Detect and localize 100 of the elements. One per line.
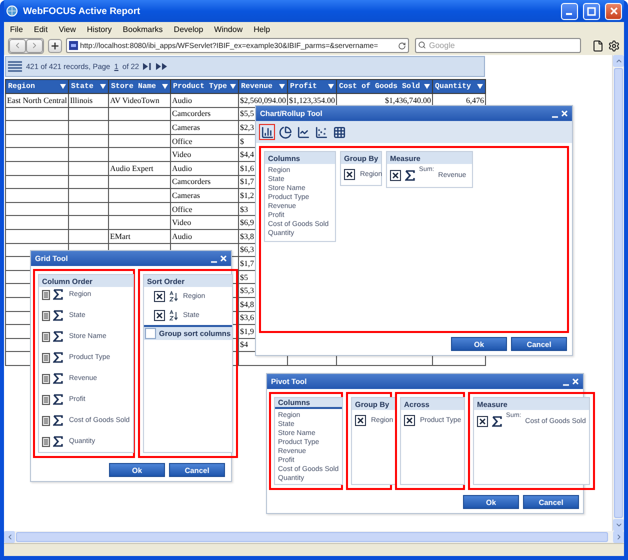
table-cell: $6,3	[240, 245, 254, 254]
page-icon[interactable]	[592, 40, 604, 52]
sort-caret-icon[interactable]	[230, 84, 236, 89]
table-cell: $1,6	[240, 164, 254, 173]
table-cell: $3	[240, 204, 248, 214]
table-cell: Office	[172, 136, 192, 146]
remove-button[interactable]	[355, 414, 366, 426]
sum-icon	[53, 415, 63, 426]
table-cell: Cameras	[172, 190, 200, 200]
remove-button[interactable]	[154, 310, 165, 320]
menu-item[interactable]: Window	[214, 24, 243, 34]
close-icon[interactable]	[561, 110, 568, 117]
table-cell: 6,476	[466, 96, 484, 105]
remove-button[interactable]	[154, 290, 165, 302]
remove-button[interactable]	[404, 414, 415, 426]
grid-button[interactable]	[331, 124, 347, 140]
list-icon	[42, 374, 50, 384]
sum-icon	[53, 289, 63, 300]
maximize-button[interactable]	[583, 2, 600, 20]
list-icon	[42, 332, 50, 342]
sum-icon	[53, 310, 63, 321]
back-button[interactable]	[9, 38, 26, 52]
table-cell: Audio	[172, 164, 192, 173]
sum-icon	[53, 373, 63, 384]
table-cell: Video	[172, 218, 192, 228]
sort-caret-icon[interactable]	[424, 84, 430, 89]
menu-item[interactable]: Bookmarks	[122, 24, 163, 34]
list-icon	[42, 310, 50, 320]
table-cell: $1,7	[240, 177, 254, 186]
table-cell: Audio	[172, 232, 192, 241]
bar-chart-button[interactable]	[259, 124, 275, 140]
table-cell: AV VideoTown	[110, 96, 160, 105]
menu-item[interactable]: File	[10, 24, 23, 34]
window-title: WebFOCUS Active Report	[23, 6, 142, 16]
horizontal-scrollbar[interactable]	[4, 531, 624, 543]
menu-item[interactable]: Help	[254, 24, 270, 34]
sort-ascending-icon	[169, 310, 179, 320]
table-cell: $1,123,354.00	[289, 96, 335, 105]
sort-caret-icon[interactable]	[279, 84, 285, 89]
menu-item[interactable]: View	[58, 24, 76, 34]
remove-button[interactable]	[477, 416, 488, 426]
table-cell: Camcorders	[172, 109, 211, 118]
table-cell: Office	[172, 204, 192, 214]
sort-caret-icon[interactable]	[477, 84, 483, 89]
table-cell: $1,7	[240, 258, 254, 268]
list-icon	[42, 416, 50, 426]
sort-caret-icon[interactable]	[100, 84, 106, 89]
close-icon[interactable]	[572, 378, 579, 385]
sum-icon	[53, 331, 63, 342]
table-cell: Illinois	[70, 96, 93, 105]
last-page-icon[interactable]	[143, 63, 152, 70]
checkbox[interactable]	[145, 328, 156, 339]
scatter-chart-button[interactable]	[313, 124, 329, 140]
line-chart-button[interactable]	[295, 124, 311, 140]
close-icon[interactable]	[220, 255, 227, 262]
minimize-button[interactable]	[561, 2, 578, 20]
sum-icon	[53, 352, 63, 363]
table-cell: $5	[240, 272, 248, 282]
table-cell: $5,3	[240, 286, 254, 296]
table-cell: $1,9	[240, 326, 254, 336]
remove-button[interactable]	[344, 168, 355, 180]
menu-item[interactable]: Develop	[174, 24, 204, 34]
list-icon	[42, 436, 50, 446]
sort-caret-icon[interactable]	[60, 84, 66, 89]
scroll-up-icon[interactable]	[614, 57, 622, 65]
table-cell: $4,8	[240, 300, 254, 309]
site-icon	[69, 41, 78, 50]
table-cell: $2,560,094.00	[240, 96, 286, 105]
close-button[interactable]	[605, 2, 622, 20]
table-cell: $	[240, 136, 244, 146]
table-cell: $1,436,740.00	[385, 96, 431, 105]
list-icon	[42, 290, 50, 300]
sum-icon	[492, 416, 502, 426]
table-cell: $4	[240, 340, 248, 350]
pie-chart-button[interactable]	[277, 124, 293, 140]
table-cell: $6,9	[240, 218, 254, 228]
settings-icon[interactable]	[608, 40, 620, 52]
menu-item[interactable]: Edit	[34, 24, 48, 34]
sort-caret-icon[interactable]	[328, 84, 334, 89]
table-cell: Video	[172, 150, 192, 160]
remove-button[interactable]	[390, 170, 401, 180]
search-icon	[418, 41, 426, 49]
forward-button[interactable]	[26, 38, 43, 52]
list-icon	[42, 394, 50, 404]
plus-icon	[50, 40, 60, 50]
menu-item[interactable]: History	[86, 24, 112, 34]
add-button[interactable]	[48, 38, 62, 52]
reload-icon[interactable]	[398, 42, 406, 50]
close-icon	[610, 7, 618, 15]
table-cell: $1,2	[240, 190, 254, 200]
table-cell: East North Central	[7, 96, 67, 105]
sort-caret-icon[interactable]	[162, 84, 168, 89]
scroll-down-icon[interactable]	[614, 521, 622, 529]
table-cell: Cameras	[172, 122, 200, 132]
sum-icon	[53, 394, 63, 405]
search-field[interactable]: Google	[415, 38, 581, 53]
next-page-icon[interactable]	[156, 63, 168, 70]
list-icon	[8, 60, 22, 72]
table-cell: $3,6	[240, 313, 254, 322]
vertical-scrollbar[interactable]	[612, 55, 624, 531]
